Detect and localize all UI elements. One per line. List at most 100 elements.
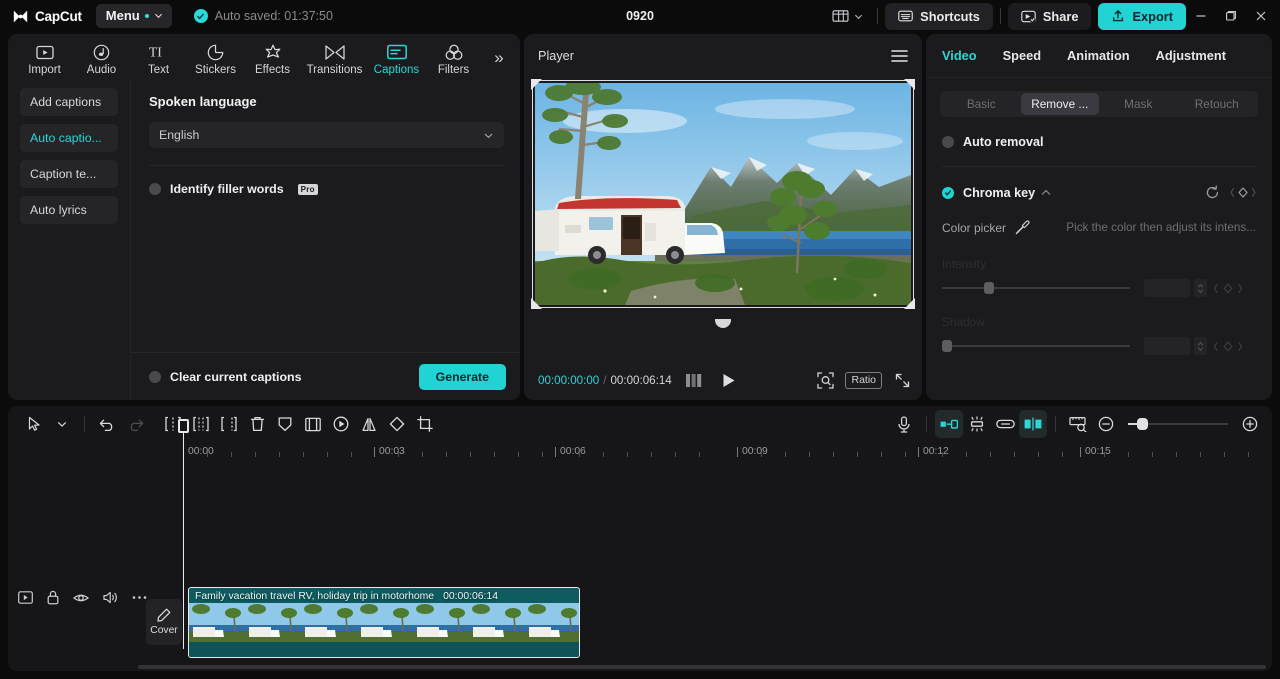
shortcuts-button[interactable]: Shortcuts bbox=[885, 2, 993, 30]
volume-icon[interactable] bbox=[103, 591, 118, 604]
delete-icon[interactable] bbox=[243, 410, 271, 438]
tab-audio[interactable]: Audio bbox=[73, 38, 130, 76]
redo-icon[interactable] bbox=[121, 410, 149, 438]
playhead[interactable] bbox=[178, 419, 189, 649]
hamburger-icon[interactable] bbox=[891, 49, 908, 63]
eye-icon[interactable] bbox=[73, 592, 89, 604]
menu-button[interactable]: Menu bbox=[95, 4, 172, 28]
sidebar-item-add-captions[interactable]: Add captions bbox=[20, 88, 118, 116]
preview-ruler-icon[interactable] bbox=[1064, 410, 1092, 438]
split-right-icon[interactable] bbox=[215, 410, 243, 438]
share-button[interactable]: Share bbox=[1007, 2, 1092, 30]
subtab-mask[interactable]: Mask bbox=[1099, 93, 1178, 115]
link-icon[interactable] bbox=[991, 410, 1019, 438]
chroma-key-checkbox[interactable] bbox=[942, 186, 954, 199]
subtab-basic[interactable]: Basic bbox=[942, 93, 1021, 115]
tab-captions[interactable]: Captions bbox=[368, 38, 425, 76]
sidebar-item-auto-captions[interactable]: Auto captio... bbox=[20, 124, 118, 152]
tab-video[interactable]: Video bbox=[942, 48, 977, 63]
minimize-button[interactable] bbox=[1186, 2, 1216, 30]
more-tabs-button[interactable]: » bbox=[482, 38, 516, 78]
timeline-horizontal-scrollbar[interactable] bbox=[138, 665, 1266, 669]
select-arrow-icon[interactable] bbox=[20, 410, 48, 438]
ruler-label: 00:12 bbox=[923, 446, 949, 457]
subtab-retouch[interactable]: Retouch bbox=[1178, 93, 1257, 115]
tab-label: Filters bbox=[437, 64, 470, 76]
auto-removal-label: Auto removal bbox=[963, 135, 1044, 149]
tab-import[interactable]: Import bbox=[16, 38, 73, 76]
microphone-icon[interactable] bbox=[890, 410, 918, 438]
quality-bars-icon[interactable] bbox=[685, 373, 705, 387]
adsorb-icon[interactable] bbox=[1019, 410, 1047, 438]
speed-icon[interactable] bbox=[327, 410, 355, 438]
chroma-key-row[interactable]: Chroma key bbox=[942, 185, 1256, 200]
auto-removal-row[interactable]: Auto removal bbox=[942, 135, 1256, 149]
zoom-out-icon[interactable] bbox=[1092, 410, 1120, 438]
tab-animation[interactable]: Animation bbox=[1067, 48, 1130, 63]
tab-transitions[interactable]: Transitions bbox=[301, 38, 368, 76]
auto-removal-checkbox[interactable] bbox=[942, 136, 954, 148]
shadow-keyframe-nav[interactable] bbox=[1213, 340, 1243, 353]
close-button[interactable] bbox=[1246, 2, 1276, 30]
layout-switch-button[interactable] bbox=[825, 4, 870, 28]
chevron-up-icon[interactable] bbox=[1041, 189, 1051, 196]
intensity-slider-track[interactable] bbox=[942, 282, 1130, 294]
maximize-button[interactable] bbox=[1216, 2, 1246, 30]
video-frame[interactable] bbox=[531, 79, 915, 328]
timeline-clip[interactable]: Family vacation travel RV, holiday trip … bbox=[188, 587, 580, 658]
zoom-in-icon[interactable] bbox=[1236, 410, 1264, 438]
cover-button[interactable]: Cover bbox=[146, 599, 182, 645]
shadow-slider-row[interactable] bbox=[942, 337, 1256, 355]
keyframe-diamond-icon[interactable] bbox=[1230, 186, 1256, 199]
play-icon[interactable] bbox=[722, 373, 736, 388]
fullscreen-icon[interactable] bbox=[895, 373, 910, 388]
lock-icon[interactable] bbox=[47, 590, 59, 605]
subtab-remove-bg[interactable]: Remove ... bbox=[1020, 93, 1099, 115]
tab-speed[interactable]: Speed bbox=[1003, 48, 1041, 63]
intensity-slider-knob[interactable] bbox=[984, 282, 994, 294]
mirror-icon[interactable] bbox=[355, 410, 383, 438]
shadow-slider-knob[interactable] bbox=[942, 340, 952, 352]
sidebar-item-auto-lyrics[interactable]: Auto lyrics bbox=[20, 196, 118, 224]
intensity-keyframe-nav[interactable] bbox=[1213, 282, 1243, 295]
split-icon[interactable] bbox=[187, 410, 215, 438]
freeze-icon[interactable] bbox=[271, 410, 299, 438]
intensity-stepper[interactable] bbox=[1194, 279, 1207, 297]
tab-effects[interactable]: Effects bbox=[244, 38, 301, 76]
crop-icon[interactable] bbox=[411, 410, 439, 438]
identify-filler-words-row[interactable]: Identify filler words Pro bbox=[149, 182, 504, 196]
rotate-handle[interactable] bbox=[715, 319, 731, 328]
crop-frame-icon[interactable] bbox=[299, 410, 327, 438]
sidebar-item-caption-templates[interactable]: Caption te... bbox=[20, 160, 118, 188]
reset-icon[interactable] bbox=[1205, 185, 1220, 200]
color-picker-row[interactable]: Color picker Pick the color then adjust … bbox=[942, 220, 1256, 235]
auto-fit-icon[interactable] bbox=[935, 410, 963, 438]
rotate-icon[interactable] bbox=[383, 410, 411, 438]
ratio-button[interactable]: Ratio bbox=[845, 371, 882, 389]
clear-captions-checkbox[interactable] bbox=[149, 370, 161, 383]
zoom-slider-knob[interactable] bbox=[1137, 418, 1148, 430]
playhead-handle[interactable] bbox=[178, 419, 189, 433]
tab-adjustment[interactable]: Adjustment bbox=[1156, 48, 1226, 63]
shadow-stepper[interactable] bbox=[1194, 337, 1207, 355]
tab-stickers[interactable]: Stickers bbox=[187, 38, 244, 76]
export-button[interactable]: Export bbox=[1098, 2, 1186, 30]
zoom-slider[interactable] bbox=[1128, 418, 1228, 430]
intensity-value-box[interactable] bbox=[1144, 279, 1190, 297]
shadow-value-box[interactable] bbox=[1144, 337, 1190, 355]
filler-words-checkbox[interactable] bbox=[149, 183, 161, 195]
tab-filters[interactable]: Filters bbox=[425, 38, 482, 76]
eyedropper-icon[interactable] bbox=[1015, 220, 1030, 235]
generate-button[interactable]: Generate bbox=[418, 363, 506, 390]
intensity-slider-row[interactable] bbox=[942, 279, 1256, 297]
zoom-fit-icon[interactable] bbox=[817, 371, 835, 389]
undo-icon[interactable] bbox=[93, 410, 121, 438]
tool-dropdown-chevron-down-icon[interactable] bbox=[48, 410, 76, 438]
language-select[interactable]: English bbox=[149, 122, 504, 148]
magnet-icon[interactable] bbox=[963, 410, 991, 438]
shadow-slider-track[interactable] bbox=[942, 340, 1130, 352]
track-thumbnail-icon[interactable] bbox=[18, 591, 33, 604]
app-logo: CapCut bbox=[12, 9, 82, 24]
tab-text[interactable]: TI Text bbox=[130, 38, 187, 76]
timeline-ruler[interactable]: 00:00 00:03 00:06 00:09 00:12 00:15 bbox=[8, 442, 1272, 464]
